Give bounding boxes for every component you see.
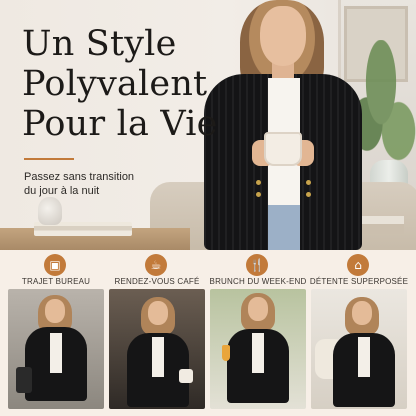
white-top xyxy=(50,333,62,373)
model-face xyxy=(45,299,65,323)
occasion-office-commute: ▣ TRAJET BUREAU xyxy=(8,250,104,416)
occasion-label: RENDEZ-VOUS CAFÉ xyxy=(114,277,200,286)
utensils-icon: 🍴 xyxy=(246,254,268,276)
decor-vase xyxy=(38,197,62,225)
white-top xyxy=(152,337,164,377)
headline-line-1: Un Style xyxy=(22,24,177,64)
model-face xyxy=(248,297,268,321)
model-face xyxy=(352,301,372,325)
house-icon: ⌂ xyxy=(347,254,369,276)
briefcase-icon: ▣ xyxy=(44,254,66,276)
occasion-weekend-brunch: 🍴 BRUNCH DU WEEK-END xyxy=(210,250,306,416)
occasion-photo xyxy=(210,289,306,409)
occasion-label: BRUNCH DU WEEK-END xyxy=(209,277,307,286)
model-face xyxy=(148,301,168,325)
subtitle-line-1: Passez sans transition xyxy=(24,171,135,183)
handbag xyxy=(16,367,32,393)
headline-line-2: Polyvalent xyxy=(22,64,208,104)
white-top xyxy=(358,337,370,377)
cardigan-button xyxy=(256,192,261,197)
occasion-photo xyxy=(311,289,407,409)
cardigan-button xyxy=(256,180,261,185)
product-infographic: Un Style Polyvalent Pour la Vie Passez s… xyxy=(0,0,416,416)
cardigan-button xyxy=(306,192,311,197)
coffee-mug xyxy=(264,132,302,166)
coffee-cup-icon: ☕ xyxy=(145,254,167,276)
occasion-label: TRAJET BUREAU xyxy=(21,277,91,286)
coffee-mug xyxy=(179,369,193,383)
headline: Un Style Polyvalent Pour la Vie xyxy=(22,24,218,144)
subtitle-line-2: du jour à la nuit xyxy=(24,185,100,197)
hero-section: Un Style Polyvalent Pour la Vie Passez s… xyxy=(0,0,416,250)
jeans xyxy=(268,205,300,250)
model-photo xyxy=(192,0,372,250)
occasion-layered-lounge: ⌂ DÉTENTE SUPERPOSÉE xyxy=(310,250,408,416)
occasion-photo xyxy=(8,289,104,409)
accent-divider xyxy=(24,158,74,160)
headline-line-3: Pour la Vie xyxy=(22,104,218,144)
cardigan-button xyxy=(306,180,311,185)
occasions-section: ▣ TRAJET BUREAU ☕ RENDEZ-VOUS CAFÉ � xyxy=(0,250,416,416)
occasion-label: DÉTENTE SUPERPOSÉE xyxy=(309,277,409,286)
subtitle: Passez sans transition du jour à la nuit xyxy=(24,170,134,198)
model-face xyxy=(260,6,306,66)
occasion-photo xyxy=(109,289,205,409)
white-top xyxy=(252,333,264,373)
occasion-coffee-date: ☕ RENDEZ-VOUS CAFÉ xyxy=(109,250,205,416)
juice-glass xyxy=(222,345,230,361)
